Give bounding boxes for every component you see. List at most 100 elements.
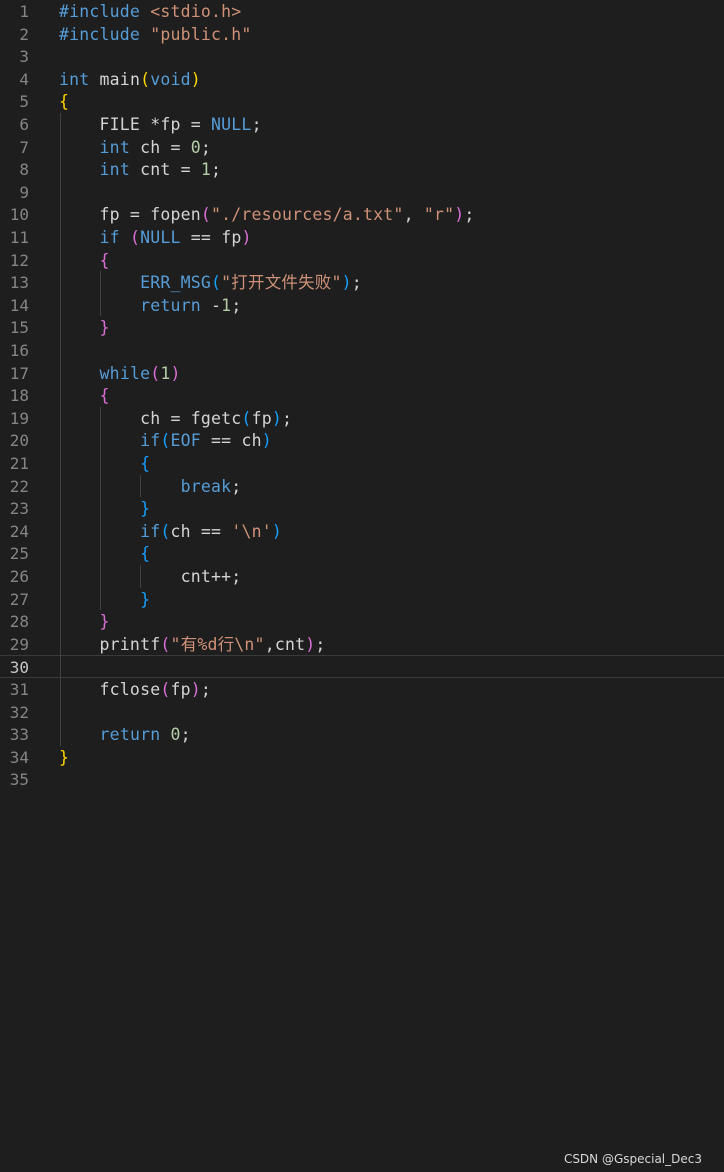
code-line[interactable]: 6 FILE *fp = NULL;	[0, 113, 724, 136]
code-text[interactable]: FILE *fp = NULL;	[59, 113, 262, 136]
code-text[interactable]: fclose(fp);	[59, 678, 211, 701]
code-token: fp	[170, 680, 191, 699]
code-text[interactable]: {	[59, 249, 110, 272]
code-line[interactable]: 15 }	[0, 316, 724, 339]
code-text[interactable]: int cnt = 1;	[59, 158, 221, 181]
line-number: 9	[19, 182, 29, 202]
code-text[interactable]: int main(void)	[59, 68, 201, 91]
code-token: }	[140, 499, 151, 519]
line-number: 11	[9, 228, 29, 247]
code-text[interactable]: if(ch == '\n')	[59, 520, 282, 543]
code-text[interactable]: }	[59, 746, 69, 769]
code-text[interactable]: {	[59, 90, 69, 113]
line-number: 29	[9, 634, 29, 654]
code-line[interactable]: 16	[0, 339, 724, 362]
line-number: 15	[9, 318, 29, 338]
code-line[interactable]: 14 return -1;	[0, 294, 724, 317]
code-line[interactable]: 23 }	[0, 497, 724, 520]
code-text[interactable]: if(EOF == ch)	[59, 429, 272, 452]
code-text[interactable]: fp = fopen("./resources/a.txt", "r");	[59, 203, 475, 226]
line-number: 14	[9, 295, 29, 315]
code-token: )	[170, 363, 181, 383]
code-line[interactable]: 4 int main(void)	[0, 68, 724, 91]
code-text[interactable]: #include "public.h"	[59, 23, 252, 46]
code-token: ;	[200, 680, 212, 699]
line-number: 17	[9, 363, 29, 383]
code-line[interactable]: 24 if(ch == '\n')	[0, 520, 724, 543]
code-line[interactable]: 11 if (NULL == fp)	[0, 226, 724, 249]
code-line[interactable]: 32	[0, 701, 724, 724]
line-number: 13	[9, 273, 29, 293]
line-number: 20	[9, 431, 29, 451]
code-token: #include	[59, 24, 151, 44]
code-token: FILE *fp =	[59, 115, 212, 134]
code-text[interactable]: cnt++;	[59, 565, 242, 588]
code-line[interactable]: 25 {	[0, 542, 724, 565]
code-token: }	[140, 589, 151, 609]
code-text[interactable]: while(1)	[59, 362, 181, 385]
code-line[interactable]: 29 printf("有%d行\n",cnt);	[0, 633, 724, 656]
code-line[interactable]: 10 fp = fopen("./resources/a.txt", "r");	[0, 203, 724, 226]
code-text[interactable]: if (NULL == fp)	[59, 226, 252, 249]
code-token: (	[241, 408, 252, 428]
code-text[interactable]: }	[59, 497, 150, 520]
code-token: if	[140, 521, 161, 541]
code-text[interactable]: {	[59, 452, 150, 475]
code-text[interactable]: break;	[59, 475, 242, 498]
code-text[interactable]: int ch = 0;	[59, 136, 211, 159]
code-line[interactable]: 9	[0, 181, 724, 204]
code-text[interactable]: }	[59, 316, 110, 339]
code-line[interactable]: 31 fclose(fp);	[0, 678, 724, 701]
code-line[interactable]: 26 cnt++;	[0, 565, 724, 588]
code-line[interactable]: 8 int cnt = 1;	[0, 158, 724, 181]
code-editor[interactable]: 1 #include <stdio.h> 2 #include "public.h" 3…	[0, 0, 724, 1172]
code-text[interactable]: return 0;	[59, 723, 191, 746]
code-line[interactable]: 19 ch = fgetc(fp);	[0, 407, 724, 430]
code-text[interactable]: ch = fgetc(fp);	[59, 407, 292, 430]
code-line[interactable]: 35	[0, 768, 724, 791]
code-line[interactable]: 28 }	[0, 610, 724, 633]
code-line[interactable]: 21 {	[0, 452, 724, 475]
code-token: {	[99, 386, 110, 406]
code-line[interactable]: 34}	[0, 746, 724, 769]
code-line[interactable]: 18 {	[0, 384, 724, 407]
code-text[interactable]: ERR_MSG("打开文件失败");	[59, 271, 362, 294]
code-token: #include	[59, 2, 151, 21]
code-text[interactable]: #include <stdio.h>	[59, 0, 241, 23]
code-text[interactable]: {	[59, 384, 110, 407]
code-text[interactable]: }	[59, 610, 110, 633]
indent-guide	[100, 406, 101, 611]
code-text[interactable]: }	[59, 588, 150, 611]
code-token: "打开文件失败"	[221, 273, 342, 293]
code-token: (	[160, 521, 171, 541]
line-number: 21	[9, 454, 29, 473]
line-number: 32	[9, 702, 29, 722]
code-line[interactable]: 12 {	[0, 249, 724, 272]
line-number: 23	[9, 499, 29, 519]
code-text[interactable]: {	[59, 542, 150, 565]
code-text[interactable]: return -1;	[59, 294, 241, 317]
code-token: )	[341, 273, 352, 293]
code-text[interactable]: printf("有%d行\n",cnt);	[59, 633, 326, 656]
code-line[interactable]: 22 break;	[0, 475, 724, 498]
code-line[interactable]: 27 }	[0, 588, 724, 611]
line-number: 27	[9, 589, 29, 609]
code-token: }	[99, 318, 110, 338]
code-line[interactable]: 7 int ch = 0;	[0, 136, 724, 159]
code-line[interactable]: 2 #include "public.h"	[0, 23, 724, 46]
code-line[interactable]: 17 while(1)	[0, 362, 724, 385]
code-token: -	[200, 295, 222, 315]
code-line[interactable]: 33 return 0;	[0, 723, 724, 746]
code-line[interactable]: 1 #include <stdio.h>	[0, 0, 724, 23]
line-number: 4	[19, 69, 29, 89]
code-token: NULL	[211, 115, 252, 134]
code-line[interactable]: 5{	[0, 90, 724, 113]
code-line[interactable]: 13 ERR_MSG("打开文件失败");	[0, 271, 724, 294]
code-token: ;	[281, 408, 293, 428]
code-token: (	[140, 69, 151, 89]
code-line[interactable]: 20 if(EOF == ch)	[0, 429, 724, 452]
code-line[interactable]: 3	[0, 45, 724, 68]
code-token: )	[271, 408, 282, 428]
code-token: {	[99, 250, 110, 270]
code-line[interactable]: 30	[0, 655, 724, 679]
